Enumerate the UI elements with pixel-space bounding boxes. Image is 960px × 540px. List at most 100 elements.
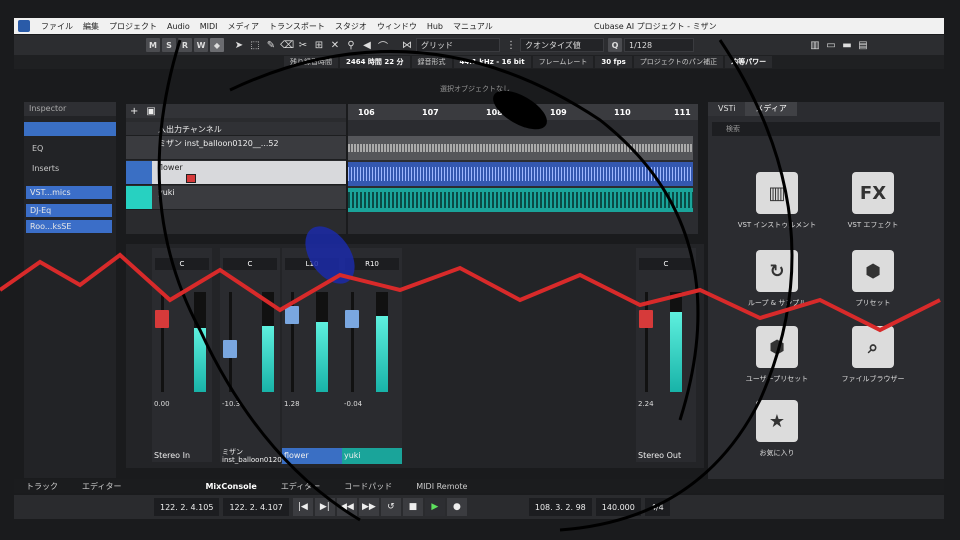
mute-all-button[interactable]: M <box>146 38 160 52</box>
pan-law-label[interactable]: プロジェクトのパン補正 <box>633 56 724 68</box>
write-button[interactable]: W <box>194 38 208 52</box>
go-to-end-icon[interactable]: ▶| <box>314 498 335 516</box>
tab-vsti[interactable]: VSTi <box>708 102 746 116</box>
menu-project[interactable]: プロジェクト <box>104 21 162 32</box>
read-button[interactable]: R <box>178 38 192 52</box>
pan-display[interactable]: C <box>223 258 277 270</box>
pan-display[interactable]: C <box>155 258 209 270</box>
volume-fader[interactable] <box>345 310 359 328</box>
play-icon[interactable]: ▶ <box>424 498 445 516</box>
pencil-tool-icon[interactable]: ✎ <box>264 38 278 52</box>
volume-fader[interactable] <box>639 310 653 328</box>
audio-event-3[interactable] <box>348 188 693 212</box>
rec-format-value[interactable]: 44.1 kHz - 16 bit <box>453 56 531 68</box>
tab-chord-pads[interactable]: コードパッド <box>332 481 404 492</box>
tab-mixconsole[interactable]: MixConsole <box>193 482 268 491</box>
track-folder-row[interactable]: 入出力チャンネル <box>126 122 346 136</box>
project-timeline[interactable]: 106 107 108 109 110 111 <box>348 104 698 234</box>
menu-hub[interactable]: Hub <box>422 22 448 31</box>
snap-toggle-icon[interactable]: ⋈ <box>400 38 414 52</box>
tab-track[interactable]: トラック <box>14 481 70 492</box>
menu-transport[interactable]: トランスポート <box>264 21 330 32</box>
ruler[interactable]: 106 107 108 109 110 111 <box>348 104 698 120</box>
track-row-2[interactable]: flower <box>126 161 346 185</box>
folder-icon[interactable]: ▣ <box>146 106 155 117</box>
quantize-icon[interactable]: ⋮ <box>504 38 518 52</box>
grid-type-select[interactable]: グリッド <box>416 38 500 52</box>
menu-file[interactable]: ファイル <box>36 21 78 32</box>
tile-user-presets[interactable]: ⬢ ユーザープリセット <box>732 326 822 396</box>
pointer-tool-icon[interactable]: ➤ <box>232 38 246 52</box>
audio-event-1[interactable] <box>348 136 693 160</box>
tile-loops-samples[interactable]: ↻ ループ & サンプル <box>732 250 822 320</box>
forward-icon[interactable]: ▶▶ <box>358 498 379 516</box>
solo-all-button[interactable]: S <box>162 38 176 52</box>
volume-fader[interactable] <box>155 310 169 328</box>
add-track-icon[interactable]: + <box>130 106 138 117</box>
quantize-value-select[interactable]: 1/128 <box>624 38 694 52</box>
tile-vst-instruments[interactable]: ▥ VST インストゥルメント <box>732 172 822 242</box>
audio-event-2[interactable] <box>348 162 693 186</box>
volume-value[interactable]: -0.04 <box>344 400 362 408</box>
tab-editor[interactable]: エディター <box>269 481 332 492</box>
inspector-track-row[interactable] <box>24 122 116 136</box>
layout-inspector-icon[interactable]: ▭ <box>824 38 838 52</box>
track-row-1[interactable]: ミザン inst_balloon0120__...52 <box>126 136 346 160</box>
tab-editor-left[interactable]: エディター <box>70 481 133 492</box>
draw-tool-icon[interactable]: ⌒ <box>376 38 390 53</box>
insert-slot-3[interactable]: Roo...ksSE <box>26 220 112 233</box>
inspector-eq-row[interactable]: EQ <box>24 142 116 156</box>
menu-edit[interactable]: 編集 <box>78 21 104 32</box>
left-locator[interactable]: 122. 2. 4.105 <box>154 498 220 516</box>
pan-display[interactable]: C <box>639 258 693 270</box>
record-enable-button[interactable] <box>186 174 196 183</box>
volume-value[interactable]: 0.00 <box>154 400 170 408</box>
position-display[interactable]: 108. 3. 2. 98 <box>528 498 592 516</box>
pan-display[interactable]: R10 <box>345 258 399 270</box>
auto-scroll-icon[interactable]: ◆ <box>210 38 224 52</box>
pan-law-value[interactable]: 均等パワー <box>725 56 773 68</box>
volume-value[interactable]: 1.28 <box>284 400 300 408</box>
menu-window[interactable]: ウィンドウ <box>372 21 422 32</box>
quantize-type-select[interactable]: クオンタイズ値 <box>520 38 604 52</box>
volume-value[interactable]: -10.3 <box>222 400 240 408</box>
stop-icon[interactable]: ■ <box>402 498 423 516</box>
tile-presets[interactable]: ⬢ プリセット <box>828 250 918 320</box>
tab-midi-remote[interactable]: MIDI Remote <box>404 482 479 491</box>
erase-tool-icon[interactable]: ⌫ <box>280 38 294 52</box>
rec-format-label[interactable]: 録音形式 <box>411 56 452 68</box>
frame-rate-label[interactable]: フレームレート <box>532 56 594 68</box>
volume-fader[interactable] <box>285 306 299 324</box>
layout-left-icon[interactable]: ▥ <box>808 38 822 52</box>
tile-file-browser[interactable]: ⌕ ファイルブラウザー <box>828 326 918 396</box>
menu-manual[interactable]: マニュアル <box>448 21 498 32</box>
tile-favorites[interactable]: ★ お気に入り <box>732 400 822 470</box>
insert-slot-2[interactable]: DJ-Eq <box>26 204 112 217</box>
tempo-display[interactable]: 140.000 <box>595 498 641 516</box>
volume-value[interactable]: 2.24 <box>638 400 654 408</box>
mute-tool-icon[interactable]: ✕ <box>328 38 342 52</box>
signature-display[interactable]: 4/4 <box>644 498 670 516</box>
volume-fader[interactable] <box>223 340 237 358</box>
tab-media[interactable]: メディア <box>745 102 797 116</box>
range-tool-icon[interactable]: ⬚ <box>248 38 262 52</box>
menu-media[interactable]: メディア <box>223 21 264 32</box>
cycle-icon[interactable]: ↺ <box>380 498 401 516</box>
media-search-input[interactable]: 検索 <box>712 122 940 136</box>
go-to-start-icon[interactable]: |◀ <box>292 498 313 516</box>
layout-lower-icon[interactable]: ▬ <box>840 38 854 52</box>
track-row-3[interactable]: yuki <box>126 186 346 210</box>
menu-midi[interactable]: MIDI <box>195 22 223 31</box>
right-locator[interactable]: 122. 2. 4.107 <box>223 498 289 516</box>
quantize-q-button[interactable]: Q <box>608 38 622 52</box>
menu-audio[interactable]: Audio <box>162 22 195 31</box>
record-icon[interactable]: ● <box>446 498 467 516</box>
tile-vst-effects[interactable]: FX VST エフェクト <box>828 172 918 242</box>
inspector-inserts-row[interactable]: Inserts <box>24 162 116 176</box>
rewind-icon[interactable]: ◀◀ <box>336 498 357 516</box>
frame-rate-value[interactable]: 30 fps <box>595 56 632 68</box>
menu-studio[interactable]: スタジオ <box>330 21 372 32</box>
glue-tool-icon[interactable]: ⊞ <box>312 38 326 52</box>
layout-right-icon[interactable]: ▤ <box>856 38 870 52</box>
split-tool-icon[interactable]: ✂ <box>296 38 310 52</box>
